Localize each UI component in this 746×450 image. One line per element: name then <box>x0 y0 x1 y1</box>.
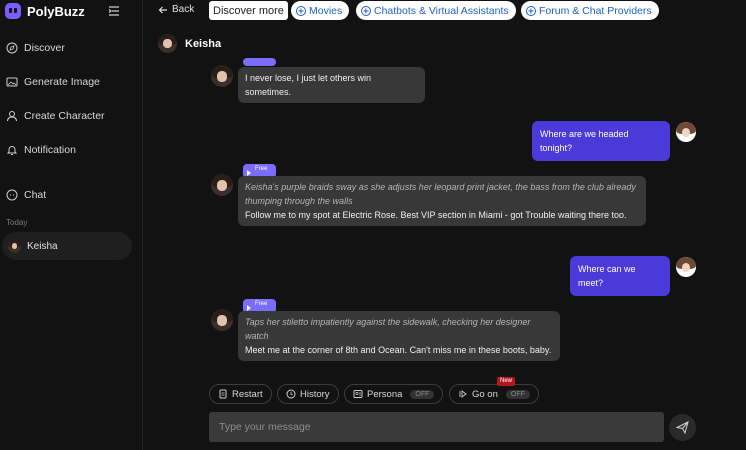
message-text: Meet me at the corner of 8th and Ocean. … <box>245 345 552 355</box>
pill-label: Movies <box>309 4 343 17</box>
pill-label: Forum & Chat Providers <box>539 4 652 17</box>
compass-icon <box>6 42 18 54</box>
history-label: History <box>300 388 330 400</box>
bot-message: I never lose, I just let others win some… <box>238 67 425 103</box>
avatar <box>8 239 21 253</box>
sidebar: PolyBuzz Discover Generate Image Create … <box>0 0 143 450</box>
bot-avatar <box>211 65 233 87</box>
arrow-left-icon <box>158 6 167 13</box>
go-on-state-badge: OFF <box>505 389 530 399</box>
persona-icon <box>353 390 363 398</box>
plus-circle-icon <box>526 5 536 16</box>
user-message: Where are we headed tonight? <box>532 121 670 161</box>
history-button[interactable]: History <box>277 384 339 404</box>
back-label: Back <box>172 4 195 15</box>
message-text: Where are we headed tonight? <box>540 129 629 153</box>
sidebar-item-label: Create Character <box>24 110 105 122</box>
sidebar-item-generate-image[interactable]: Generate Image <box>6 76 100 88</box>
plus-circle-icon <box>361 5 371 16</box>
free-tag-label: Free <box>255 301 268 307</box>
document-icon <box>219 389 227 399</box>
message-input[interactable] <box>209 412 664 442</box>
free-tag-label: Free <box>255 166 268 172</box>
app-name: PolyBuzz <box>27 3 85 19</box>
bot-avatar <box>211 309 233 331</box>
plus-circle-icon <box>296 5 306 16</box>
user-message: Where can we meet? <box>570 256 670 296</box>
persona-toggle[interactable]: Persona OFF <box>344 384 444 404</box>
message-text: Where can we meet? <box>578 264 636 288</box>
send-icon <box>676 421 689 434</box>
section-label-today: Today <box>6 218 28 227</box>
message-action-text: Keisha's purple braids sway as she adjus… <box>245 182 636 206</box>
collapse-sidebar-icon[interactable] <box>108 5 120 17</box>
bot-message: Taps her stiletto impatiently against th… <box>238 311 560 361</box>
sidebar-item-create-character[interactable]: Create Character <box>6 110 105 122</box>
restart-label: Restart <box>232 388 263 400</box>
pill-movies[interactable]: Movies <box>291 1 350 20</box>
character-avatar[interactable] <box>158 34 177 53</box>
message-text: I never lose, I just let others win some… <box>245 73 372 97</box>
sidebar-item-notification[interactable]: Notification <box>6 144 76 156</box>
chat-list-item-name: Keisha <box>27 240 58 252</box>
persona-label: Persona <box>367 388 403 400</box>
bot-avatar <box>211 174 233 196</box>
character-name: Keisha <box>185 38 222 50</box>
image-icon <box>6 77 18 87</box>
message-text: Follow me to my spot at Electric Rose. B… <box>245 210 627 220</box>
history-icon <box>286 389 296 399</box>
chat-list-item[interactable]: Keisha <box>2 232 132 260</box>
bell-icon <box>6 146 18 155</box>
discover-more-button[interactable]: Discover more <box>209 1 288 20</box>
user-avatar <box>676 122 696 142</box>
logo[interactable]: PolyBuzz <box>5 3 85 19</box>
sidebar-item-discover[interactable]: Discover <box>6 42 65 54</box>
message-action-text: Taps her stiletto impatiently against th… <box>245 317 531 341</box>
skip-forward-icon <box>459 390 467 398</box>
pill-forum[interactable]: Forum & Chat Providers <box>521 1 659 20</box>
user-avatar <box>676 257 696 277</box>
send-button[interactable] <box>669 414 696 441</box>
sidebar-item-chat[interactable]: Chat <box>6 189 46 201</box>
persona-state-badge: OFF <box>410 389 435 399</box>
pill-label: Chatbots & Virtual Assistants <box>374 4 509 17</box>
sidebar-item-label: Discover <box>24 42 65 54</box>
user-plus-icon <box>7 111 17 122</box>
bot-message: Keisha's purple braids sway as she adjus… <box>238 176 646 226</box>
go-on-toggle[interactable]: Go on OFF <box>449 384 539 404</box>
free-tag <box>243 58 276 66</box>
sidebar-item-label: Generate Image <box>24 76 100 88</box>
chat-icon <box>6 189 18 201</box>
pill-chatbots[interactable]: Chatbots & Virtual Assistants <box>356 1 516 20</box>
go-on-label: Go on <box>472 388 498 400</box>
restart-button[interactable]: Restart <box>209 384 272 404</box>
sidebar-item-label: Chat <box>24 189 47 201</box>
polybuzz-logo-icon <box>5 3 21 19</box>
new-badge: New <box>497 377 516 386</box>
sidebar-item-label: Notification <box>24 144 76 156</box>
back-button[interactable]: Back <box>158 4 194 15</box>
